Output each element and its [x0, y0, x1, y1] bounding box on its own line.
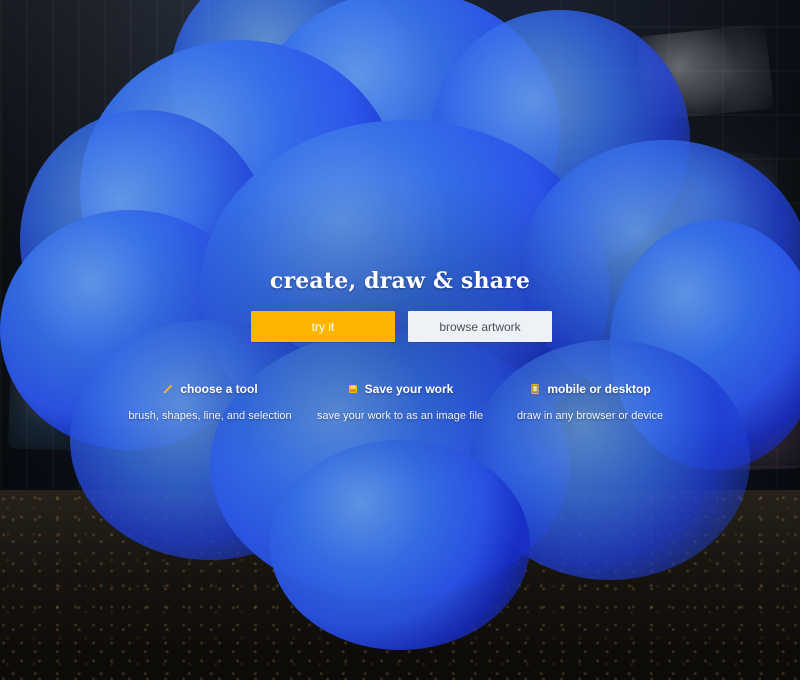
feature-title: choose a tool	[162, 382, 258, 396]
feature-row: choose a tool brush, shapes, line, and s…	[0, 380, 800, 450]
feature-mobile-desktop: mobile or desktop draw in any browser or…	[470, 380, 710, 422]
landing-content: create, draw & share try it browse artwo…	[0, 0, 800, 680]
browse-artwork-button[interactable]: browse artwork	[408, 311, 552, 342]
feature-title: Save your work	[347, 382, 454, 396]
try-it-button[interactable]: try it	[251, 311, 395, 342]
feature-title-text: choose a tool	[180, 382, 258, 396]
hero-title: create, draw & share	[269, 268, 531, 294]
feature-title-text: Save your work	[364, 382, 454, 396]
save-icon	[347, 383, 359, 395]
feature-title-text: mobile or desktop	[547, 382, 651, 396]
mobile-icon	[529, 383, 541, 395]
feature-title: mobile or desktop	[529, 382, 651, 396]
feature-description: draw in any browser or device	[516, 410, 664, 422]
pencil-icon	[162, 383, 174, 395]
